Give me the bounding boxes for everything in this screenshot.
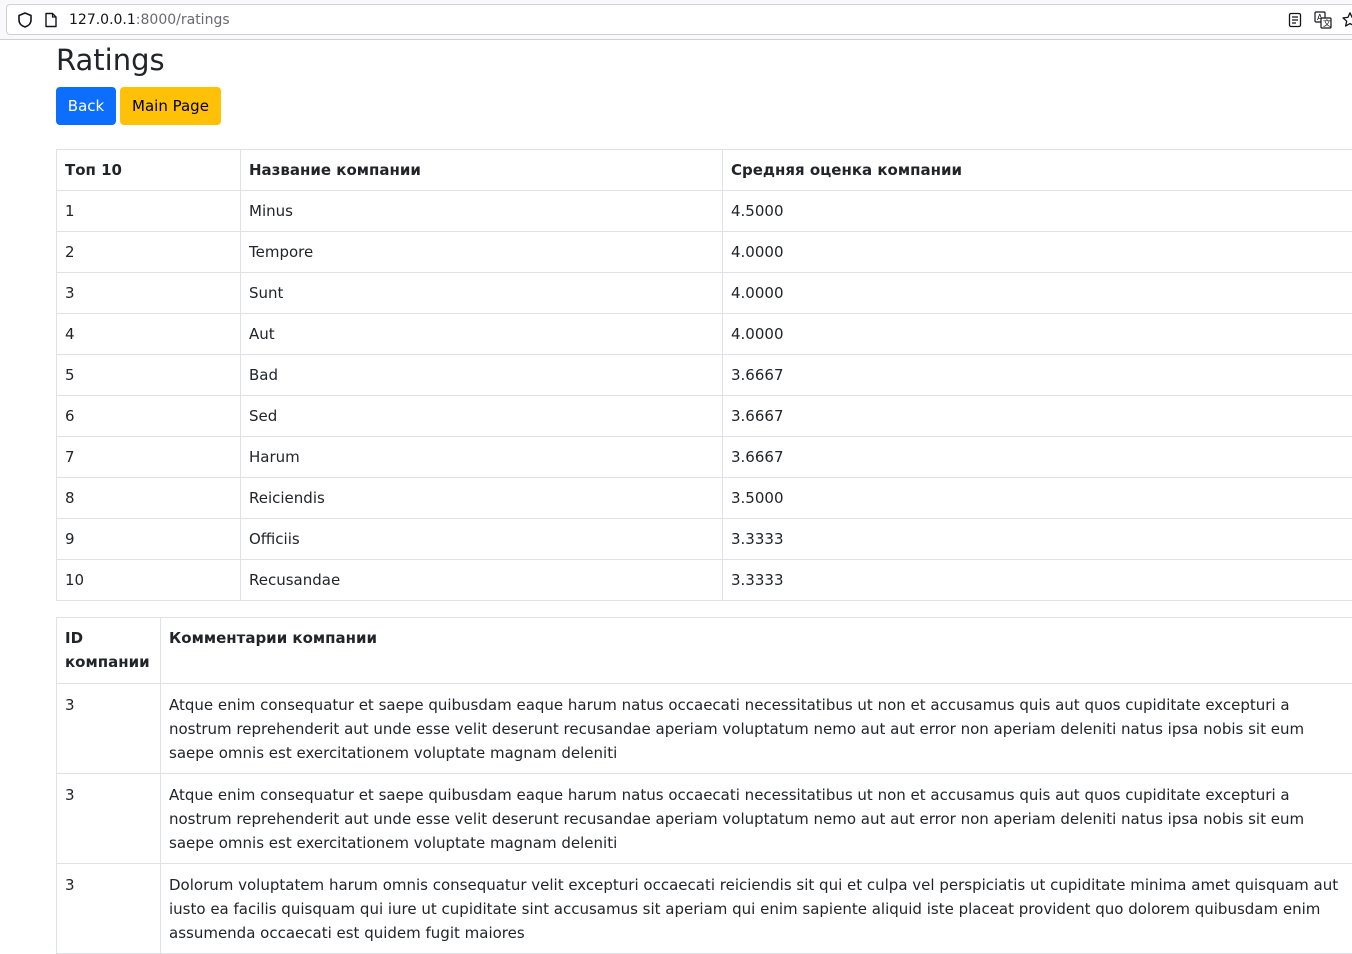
rank-cell: 10 xyxy=(57,560,241,601)
company-id-cell: 3 xyxy=(57,864,161,954)
shield-icon[interactable] xyxy=(16,11,34,33)
table-row: 5Bad3.6667 xyxy=(57,355,1352,396)
rating-cell: 3.5000 xyxy=(723,478,1352,519)
main-page-button[interactable]: Main Page xyxy=(120,87,221,125)
table-header-row: Топ 10 Название компании Средняя оценка … xyxy=(57,150,1352,191)
company-name-cell: Officiis xyxy=(241,519,723,560)
table-row: 3Atque enim consequatur et saepe quibusd… xyxy=(57,774,1352,864)
column-header-comments: Комментарии компании xyxy=(161,618,1352,684)
comment-cell: Dolorum voluptatem harum omnis consequat… xyxy=(161,864,1352,954)
rating-cell: 4.0000 xyxy=(723,232,1352,273)
table-row: 2Tempore4.0000 xyxy=(57,232,1352,273)
rank-cell: 7 xyxy=(57,437,241,478)
table-row: 8Reiciendis3.5000 xyxy=(57,478,1352,519)
company-name-cell: Reiciendis xyxy=(241,478,723,519)
table-row: 10Recusandae3.3333 xyxy=(57,560,1352,601)
address-bar[interactable]: 127.0.0.1:8000/ratings A文 xyxy=(6,4,1352,35)
column-header-average-rating: Средняя оценка компании xyxy=(723,150,1352,191)
table-row: 6Sed3.6667 xyxy=(57,396,1352,437)
rating-cell: 4.0000 xyxy=(723,314,1352,355)
reader-view-icon[interactable] xyxy=(1287,12,1303,32)
company-name-cell: Sunt xyxy=(241,273,723,314)
url-text[interactable]: 127.0.0.1:8000/ratings xyxy=(69,12,230,29)
company-id-cell: 3 xyxy=(57,774,161,864)
back-button[interactable]: Back xyxy=(56,87,116,125)
comment-cell: Atque enim consequatur et saepe quibusda… xyxy=(161,774,1352,864)
column-header-company-id: ID компании xyxy=(57,618,161,684)
translate-icon[interactable]: A文 xyxy=(1314,11,1332,33)
table-row: 4Aut4.0000 xyxy=(57,314,1352,355)
company-name-cell: Minus xyxy=(241,191,723,232)
ratings-table: Топ 10 Название компании Средняя оценка … xyxy=(56,149,1352,601)
page-icon xyxy=(44,12,58,32)
comments-table: ID компании Комментарии компании 3Atque … xyxy=(56,617,1352,954)
column-header-top10: Топ 10 xyxy=(57,150,241,191)
rating-cell: 4.0000 xyxy=(723,273,1352,314)
url-host: 127.0.0.1 xyxy=(69,12,136,28)
rank-cell: 2 xyxy=(57,232,241,273)
table-row: 9Officiis3.3333 xyxy=(57,519,1352,560)
rating-cell: 3.6667 xyxy=(723,355,1352,396)
company-id-cell: 3 xyxy=(57,684,161,774)
rank-cell: 3 xyxy=(57,273,241,314)
table-row: 3Atque enim consequatur et saepe quibusd… xyxy=(57,684,1352,774)
url-path: :8000/ratings xyxy=(136,12,230,28)
rank-cell: 5 xyxy=(57,355,241,396)
table-header-row: ID компании Комментарии компании xyxy=(57,618,1352,684)
bookmark-star-icon[interactable] xyxy=(1341,11,1352,33)
rank-cell: 4 xyxy=(57,314,241,355)
table-row: 3Dolorum voluptatem harum omnis consequa… xyxy=(57,864,1352,954)
rating-cell: 3.3333 xyxy=(723,560,1352,601)
company-name-cell: Harum xyxy=(241,437,723,478)
comment-cell: Atque enim consequatur et saepe quibusda… xyxy=(161,684,1352,774)
rating-cell: 4.5000 xyxy=(723,191,1352,232)
company-name-cell: Sed xyxy=(241,396,723,437)
column-header-company-name: Название компании xyxy=(241,150,723,191)
rank-cell: 8 xyxy=(57,478,241,519)
table-row: 7Harum3.6667 xyxy=(57,437,1352,478)
company-name-cell: Aut xyxy=(241,314,723,355)
rating-cell: 3.6667 xyxy=(723,396,1352,437)
company-name-cell: Tempore xyxy=(241,232,723,273)
rating-cell: 3.3333 xyxy=(723,519,1352,560)
rank-cell: 1 xyxy=(57,191,241,232)
table-row: 1Minus4.5000 xyxy=(57,191,1352,232)
rank-cell: 6 xyxy=(57,396,241,437)
rank-cell: 9 xyxy=(57,519,241,560)
svg-text:文: 文 xyxy=(1323,18,1331,28)
rating-cell: 3.6667 xyxy=(723,437,1352,478)
company-name-cell: Bad xyxy=(241,355,723,396)
table-row: 3Sunt4.0000 xyxy=(57,273,1352,314)
page-title: Ratings xyxy=(56,41,165,79)
browser-toolbar: 127.0.0.1:8000/ratings A文 xyxy=(0,0,1352,40)
company-name-cell: Recusandae xyxy=(241,560,723,601)
